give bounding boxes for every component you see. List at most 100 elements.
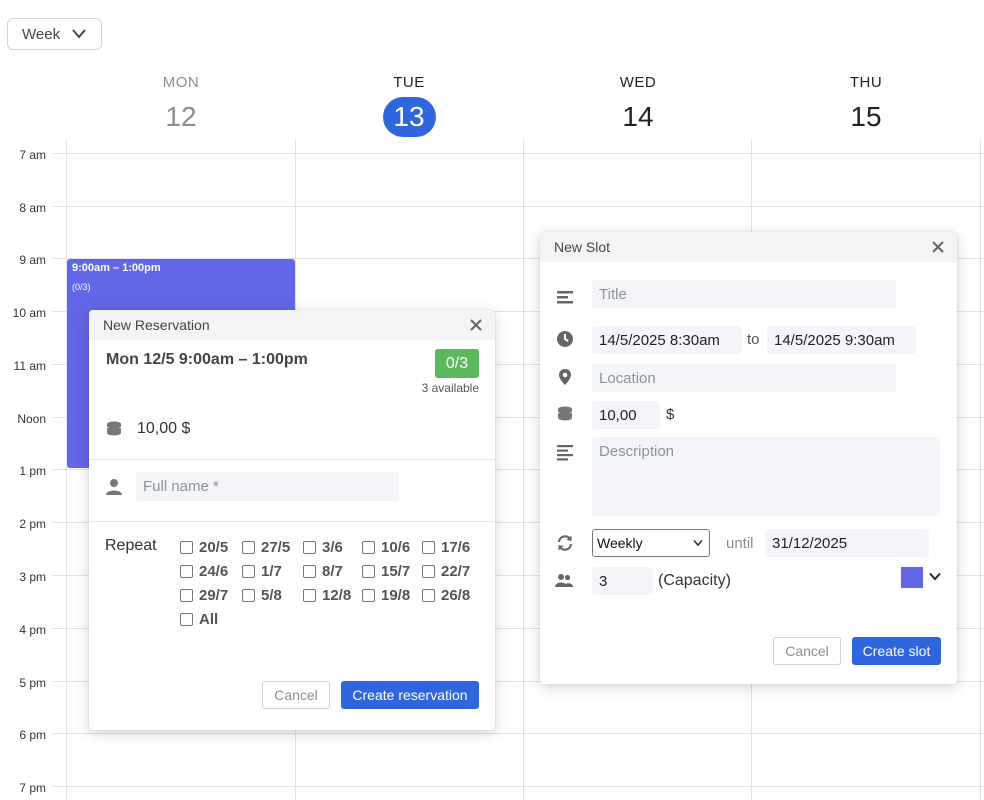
day-of-week: WED [619,74,657,91]
checkbox-box[interactable] [362,589,375,602]
checkbox-label: 5/8 [261,587,282,604]
checkbox-box[interactable] [362,565,375,578]
capacity-label: (Capacity) [658,572,731,589]
checkbox-box[interactable] [362,541,375,554]
repeat-all-checkbox[interactable]: All [180,611,218,628]
new-slot-dialog: New Slot Title 14/5/2025 8:30am to 14/5/… [540,232,957,684]
hour-label: 3 pm [19,570,46,584]
checkbox-label: 12/8 [322,587,352,604]
day-header-thu[interactable]: THU 15 [806,74,926,137]
view-select-value: Week [22,25,61,43]
dialog-title: New Slot [554,239,611,255]
repeat-date-checkbox[interactable]: 19/8 [362,587,410,604]
close-icon[interactable] [469,318,483,332]
location-input[interactable]: Location [592,364,896,392]
checkbox-box[interactable] [422,589,435,602]
end-datetime-input[interactable]: 14/5/2025 9:30am [767,326,916,354]
checkbox-label: 26/8 [441,587,471,604]
day-header-mon[interactable]: MON 12 [121,74,241,137]
hour-label: 1 pm [19,464,46,478]
checkbox-label: 22/7 [441,563,471,580]
checkbox-box[interactable] [180,541,193,554]
grid-hour-line [52,786,984,787]
divider [89,459,495,460]
start-datetime-input[interactable]: 14/5/2025 8:30am [592,326,742,354]
repeat-date-checkbox[interactable]: 8/7 [303,563,343,580]
repeat-date-checkbox[interactable]: 24/6 [180,563,228,580]
checkbox-label: 3/6 [322,539,343,556]
chevron-down-icon[interactable] [929,572,941,581]
description-textarea[interactable]: Description [592,437,940,516]
available-count: 3 available [421,381,479,395]
repeat-date-checkbox[interactable]: 17/6 [422,539,470,556]
create-slot-button[interactable]: Create slot [852,637,941,665]
checkbox-box[interactable] [180,565,193,578]
checkbox-box[interactable] [180,613,193,626]
today-day-number: 13 [382,97,436,137]
checkbox-label: 8/7 [322,563,343,580]
user-icon [105,478,123,496]
title-input[interactable]: Title [592,280,896,308]
coins-icon [105,420,123,438]
location-pin-icon [556,368,574,386]
checkbox-label: All [199,611,219,628]
repeat-date-checkbox[interactable]: 3/6 [303,539,343,556]
cancel-button[interactable]: Cancel [773,637,841,665]
checkbox-box[interactable] [422,565,435,578]
reservation-price: 10,00 $ [137,420,191,437]
repeat-icon [556,534,574,552]
view-select[interactable]: Week [7,18,102,50]
checkbox-box[interactable] [303,589,316,602]
price-input[interactable]: 10,00 [592,401,660,429]
repeat-date-checkbox[interactable]: 22/7 [422,563,470,580]
checkbox-label: 15/7 [381,563,411,580]
repeat-date-checkbox[interactable]: 26/8 [422,587,470,604]
checkbox-label: 19/8 [381,587,411,604]
capacity-input[interactable]: 3 [592,567,653,595]
event-time: 9:00am – 1:00pm [72,262,161,274]
repeat-date-checkbox[interactable]: 1/7 [242,563,282,580]
grid-hour-line [52,733,984,734]
repeat-date-checkbox[interactable]: 10/6 [362,539,410,556]
checkbox-label: 1/7 [261,563,282,580]
hour-label: 6 pm [19,728,46,742]
checkbox-box[interactable] [242,565,255,578]
until-date-input[interactable]: 31/12/2025 [765,529,929,557]
checkbox-box[interactable] [303,541,316,554]
day-header-wed[interactable]: WED 14 [578,74,698,137]
repeat-frequency-select[interactable]: Weekly [592,529,710,557]
hour-label: Noon [17,412,46,426]
checkbox-box[interactable] [180,589,193,602]
checkbox-box[interactable] [303,565,316,578]
repeat-date-checkbox[interactable]: 20/5 [180,539,228,556]
checkbox-box[interactable] [242,589,255,602]
to-label: to [747,331,760,348]
checkbox-box[interactable] [242,541,255,554]
color-swatch[interactable] [901,567,923,588]
repeat-frequency-value: Weekly [597,535,643,551]
close-icon[interactable] [931,240,945,254]
repeat-date-checkbox[interactable]: 15/7 [362,563,410,580]
repeat-date-checkbox[interactable]: 29/7 [180,587,228,604]
checkbox-box[interactable] [422,541,435,554]
reservation-slot-time: Mon 12/5 9:00am – 1:00pm [106,351,308,368]
grid-hour-line [52,206,984,207]
title-lines-icon [556,288,574,306]
hour-label: 11 am [13,359,46,373]
grid-hour-line [52,153,984,154]
full-name-input[interactable]: Full name * [136,472,399,501]
grid-column-divider [523,140,524,800]
day-header-tue[interactable]: TUE 13 [349,74,469,137]
checkbox-label: 27/5 [261,539,291,556]
cancel-button[interactable]: Cancel [262,681,330,709]
repeat-date-checkbox[interactable]: 5/8 [242,587,282,604]
repeat-date-checkbox[interactable]: 27/5 [242,539,290,556]
repeat-date-checkbox[interactable]: 12/8 [303,587,351,604]
day-number: 12 [165,101,197,132]
day-number: 14 [622,101,654,132]
create-reservation-button[interactable]: Create reservation [341,681,479,709]
day-of-week: TUE [393,74,425,91]
hour-label: 4 pm [19,623,46,637]
day-number: 15 [850,101,882,132]
checkbox-label: 20/5 [199,539,229,556]
